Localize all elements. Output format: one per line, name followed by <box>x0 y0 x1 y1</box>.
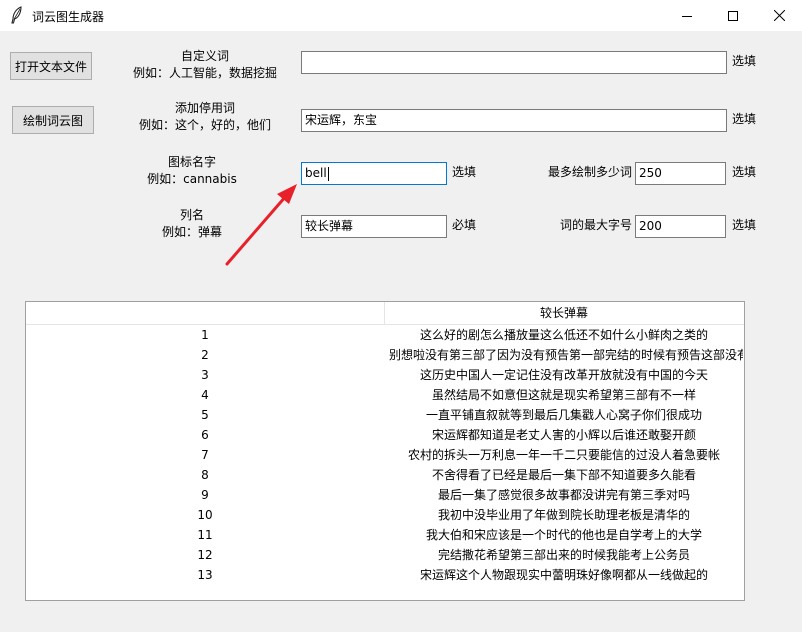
row-index: 9 <box>201 488 209 502</box>
row-text: 完结撒花希望第三部出来的时候我能考上公务员 <box>437 548 690 562</box>
table-row[interactable]: 2 别想啦没有第三部了因为没有预告第一部完结的时候有预告这部没有 <box>26 345 744 365</box>
icon-name-hint: 选填 <box>452 165 477 179</box>
row-text: 宋运辉这个人物跟现实中蕾明珠好像啊都从一线做起的 <box>419 568 708 582</box>
icon-name-label: 图标名字 <box>167 155 216 169</box>
table-row[interactable]: 7 农村的拆头一万利息一年一千二只要能信的过没人着急要帐 <box>26 445 744 465</box>
table-row[interactable]: 4 虽然结局不如意但这就是现实希望第三部有不一样 <box>26 385 744 405</box>
custom-words-example: 例如：人工智能，数据挖掘 <box>132 66 277 80</box>
row-text: 别想啦没有第三部了因为没有预告第一部完结的时候有预告这部没有 <box>389 348 743 362</box>
stopwords-label-group: 添加停用词 例如：这个，好的，他们 <box>130 100 280 134</box>
icon-name-value: bell <box>305 166 327 180</box>
table-row[interactable]: 1 这么好的剧怎么播放量这么低还不如什么小鲜肉之类的 <box>26 325 744 345</box>
row-index: 8 <box>201 468 209 482</box>
max-words-label: 最多绘制多少词 <box>548 165 633 179</box>
custom-words-hint: 选填 <box>732 54 757 68</box>
row-text: 不舍得看了已经是最后一集下部不知道要多久能看 <box>431 468 696 482</box>
table-row[interactable]: 11 我大伯和宋应该是一个时代的他也是自学考上的大学 <box>26 525 744 545</box>
row-cell: 农村的拆头一万利息一年一千二只要能信的过没人着急要帐 <box>385 445 743 465</box>
column-name-label-group: 列名 例如：弹幕 <box>130 207 254 241</box>
index-column-header <box>26 302 385 324</box>
row-text: 这么好的剧怎么播放量这么低还不如什么小鲜肉之类的 <box>419 328 708 342</box>
max-font-size-hint: 选填 <box>732 218 757 232</box>
row-cell: 别想啦没有第三部了因为没有预告第一部完结的时候有预告这部没有 <box>385 345 743 365</box>
maximize-button[interactable] <box>710 0 756 31</box>
title-bar: 词云图生成器 <box>0 0 802 31</box>
row-text: 最后一集了感觉很多故事都没讲完有第三季对吗 <box>437 488 690 502</box>
max-words-hint: 选填 <box>732 165 757 179</box>
row-cell: 我大伯和宋应该是一个时代的他也是自学考上的大学 <box>385 525 743 545</box>
table-row[interactable]: 8 不舍得看了已经是最后一集下部不知道要多久能看 <box>26 465 744 485</box>
row-cell: 这么好的剧怎么播放量这么低还不如什么小鲜肉之类的 <box>385 325 743 345</box>
column-name-hint: 必填 <box>452 218 477 232</box>
row-index: 11 <box>197 528 213 542</box>
icon-name-label-group: 图标名字 例如：cannabis <box>130 154 254 188</box>
feather-icon <box>11 6 22 24</box>
row-text: 虽然结局不如意但这就是现实希望第三部有不一样 <box>431 388 696 402</box>
row-index: 3 <box>201 368 209 382</box>
row-index: 13 <box>197 568 213 582</box>
column-name-example: 例如：弹幕 <box>161 225 222 239</box>
max-words-input[interactable]: 250 <box>635 162 726 185</box>
row-index: 4 <box>201 388 209 402</box>
row-text: 农村的拆头一万利息一年一千二只要能信的过没人着急要帐 <box>407 448 720 462</box>
row-cell: 一直平铺直叙就等到最后几集戳人心窝子你们很成功 <box>385 405 743 425</box>
draw-wordcloud-button[interactable]: 绘制词云图 <box>12 106 94 134</box>
close-icon <box>773 10 785 21</box>
text-caret <box>327 166 329 181</box>
row-index: 5 <box>201 408 209 422</box>
row-index: 1 <box>201 328 209 342</box>
row-index: 6 <box>201 428 209 442</box>
row-text: 我初中没毕业用了年做到院长助理老板是清华的 <box>437 508 690 522</box>
row-cell: 这历史中国人一定记住没有改革开放就没有中国的今天 <box>385 365 743 385</box>
table-row[interactable]: 3 这历史中国人一定记住没有改革开放就没有中国的今天 <box>26 365 744 385</box>
row-index: 7 <box>201 448 209 462</box>
table-header: 较长弹幕 <box>26 302 744 325</box>
column-header[interactable]: 较长弹幕 <box>385 302 743 324</box>
window-title: 词云图生成器 <box>32 10 105 24</box>
custom-words-label: 自定义词 <box>180 49 229 63</box>
column-name-input[interactable]: 较长弹幕 <box>301 215 447 238</box>
row-text: 这历史中国人一定记住没有改革开放就没有中国的今天 <box>419 368 708 382</box>
icon-name-input[interactable]: bell <box>301 162 447 185</box>
custom-words-label-group: 自定义词 例如：人工智能，数据挖掘 <box>130 48 280 82</box>
table-row[interactable]: 13 宋运辉这个人物跟现实中蕾明珠好像啊都从一线做起的 <box>26 565 744 585</box>
max-font-size-input[interactable]: 200 <box>635 215 726 238</box>
row-cell: 不舍得看了已经是最后一集下部不知道要多久能看 <box>385 465 743 485</box>
max-font-size-label: 词的最大字号 <box>560 218 633 232</box>
close-button[interactable] <box>756 0 802 31</box>
row-index: 10 <box>197 508 213 522</box>
row-text: 一直平铺直叙就等到最后几集戳人心窝子你们很成功 <box>425 408 702 422</box>
row-cell: 我初中没毕业用了年做到院长助理老板是清华的 <box>385 505 743 525</box>
table-body: 1 这么好的剧怎么播放量这么低还不如什么小鲜肉之类的 2 别想啦没有第三部了因为没有预… <box>26 325 744 585</box>
table-row[interactable]: 10 我初中没毕业用了年做到院长助理老板是清华的 <box>26 505 744 525</box>
row-cell: 宋运辉这个人物跟现实中蕾明珠好像啊都从一线做起的 <box>385 565 743 585</box>
row-index: 2 <box>201 348 209 362</box>
table-row[interactable]: 12 完结撒花希望第三部出来的时候我能考上公务员 <box>26 545 744 565</box>
stopwords-example: 例如：这个，好的，他们 <box>138 118 271 132</box>
table-row[interactable]: 5 一直平铺直叙就等到最后几集戳人心窝子你们很成功 <box>26 405 744 425</box>
stopwords-hint: 选填 <box>732 112 757 126</box>
table-row[interactable]: 9 最后一集了感觉很多故事都没讲完有第三季对吗 <box>26 485 744 505</box>
row-text: 宋运辉都知道是老丈人害的小辉以后谁还敢娶开颜 <box>431 428 696 442</box>
minimize-button[interactable] <box>664 0 710 31</box>
stopwords-label: 添加停用词 <box>174 101 235 115</box>
data-table[interactable]: 较长弹幕 1 这么好的剧怎么播放量这么低还不如什么小鲜肉之类的 2 别想啦没有第三部了… <box>25 301 745 601</box>
row-text: 我大伯和宋应该是一个时代的他也是自学考上的大学 <box>425 528 702 542</box>
column-name-label: 列名 <box>179 208 204 222</box>
stopwords-input[interactable]: 宋运辉，东宝 <box>301 109 727 132</box>
row-index: 12 <box>197 548 213 562</box>
row-cell: 虽然结局不如意但这就是现实希望第三部有不一样 <box>385 385 743 405</box>
open-text-file-button[interactable]: 打开文本文件 <box>10 52 92 80</box>
row-cell: 最后一集了感觉很多故事都没讲完有第三季对吗 <box>385 485 743 505</box>
maximize-icon <box>728 10 738 21</box>
minimize-icon <box>682 15 692 17</box>
icon-name-example: 例如：cannabis <box>147 172 237 186</box>
row-cell: 宋运辉都知道是老丈人害的小辉以后谁还敢娶开颜 <box>385 425 743 445</box>
custom-words-input[interactable] <box>301 51 727 74</box>
row-cell: 完结撒花希望第三部出来的时候我能考上公务员 <box>385 545 743 565</box>
table-row[interactable]: 6 宋运辉都知道是老丈人害的小辉以后谁还敢娶开颜 <box>26 425 744 445</box>
